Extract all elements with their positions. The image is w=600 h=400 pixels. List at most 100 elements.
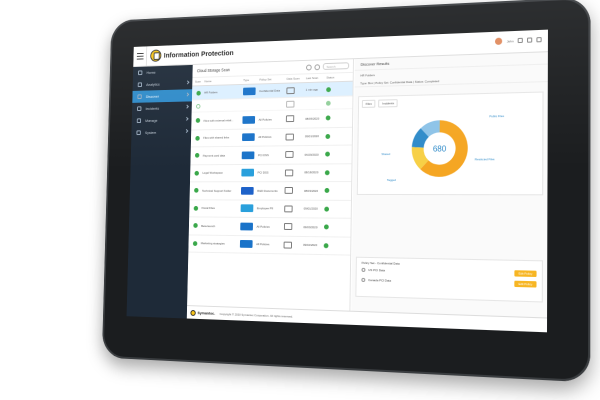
data-scan-icon[interactable] bbox=[285, 133, 294, 141]
status-check-icon bbox=[325, 151, 330, 157]
scan-status-icon[interactable] bbox=[195, 135, 200, 141]
sidebar-item-label: Home bbox=[146, 69, 156, 75]
column-header[interactable]: Scan bbox=[195, 79, 205, 84]
data-scan-icon[interactable] bbox=[284, 187, 293, 195]
chevron-right-icon bbox=[185, 80, 190, 85]
table-row[interactable]: Files with shared links All Policies 09/01… bbox=[190, 127, 353, 148]
box-icon bbox=[242, 87, 256, 96]
policy-set bbox=[259, 104, 286, 105]
notification-icon[interactable] bbox=[536, 37, 542, 43]
panel-tools: Search bbox=[306, 62, 350, 71]
data-scan-icon[interactable] bbox=[285, 151, 294, 159]
sidebar-item-icon bbox=[137, 94, 142, 100]
status-check-icon bbox=[324, 188, 330, 194]
last-scan: 08/05/2020 bbox=[305, 116, 320, 121]
data-scan-icon[interactable] bbox=[286, 100, 295, 108]
tab-files[interactable]: Files bbox=[361, 99, 376, 108]
files-donut-chart: 680 bbox=[404, 113, 475, 184]
add-scan-icon[interactable] bbox=[306, 64, 312, 71]
sidebar-item-label: Incidents bbox=[145, 105, 160, 111]
radio-icon[interactable] bbox=[361, 277, 366, 282]
brand: Symantec. bbox=[190, 309, 216, 317]
column-header[interactable]: Status bbox=[326, 75, 335, 79]
policy-option[interactable]: US PCI Data bbox=[361, 267, 386, 273]
box-icon bbox=[242, 133, 255, 142]
last-scan: 09/01/2020 bbox=[303, 206, 318, 211]
db-icon bbox=[240, 186, 254, 195]
data-scan-icon[interactable] bbox=[286, 86, 295, 94]
policy-set: All Policies bbox=[256, 224, 270, 229]
sidebar-item-manage[interactable]: Manage bbox=[132, 114, 192, 127]
policy-option-label: US PCI Data bbox=[368, 267, 386, 273]
scan-name: Files with external relati... bbox=[203, 118, 234, 123]
shield-logo-icon bbox=[150, 49, 162, 62]
scan-status-icon[interactable] bbox=[193, 205, 199, 211]
column-header[interactable]: Last Scan bbox=[306, 76, 327, 80]
tablet-screen: Information Protection John Home Analytic… bbox=[126, 29, 548, 333]
data-scan-icon[interactable] bbox=[283, 241, 293, 249]
help-icon[interactable] bbox=[517, 37, 523, 44]
data-scan-icon[interactable] bbox=[285, 115, 295, 123]
column-header[interactable]: Type bbox=[243, 78, 259, 82]
symantec-logo-icon bbox=[190, 309, 196, 316]
none-icon bbox=[242, 100, 256, 109]
table-row[interactable]: Legal Workspace PCI DSS 08/18/2020 bbox=[189, 163, 352, 183]
edit-policy-button[interactable]: Edit Policy bbox=[514, 280, 537, 288]
tab-incidents[interactable]: Incidents bbox=[378, 99, 398, 108]
scan-status-icon[interactable] bbox=[196, 90, 201, 96]
donut-total: 680 bbox=[433, 144, 446, 154]
last-scan: 09/03/2020 bbox=[303, 224, 318, 230]
donut-label: Public Files bbox=[489, 113, 505, 119]
scan-list-panel: Cloud Storage Scan Search Scan Name Type Po… bbox=[187, 59, 354, 311]
scan-status-icon[interactable] bbox=[192, 240, 198, 246]
table-row[interactable]: Payment card data PCI DSS 06/29/2020 bbox=[190, 145, 352, 165]
box-icon bbox=[242, 115, 256, 124]
settings-icon[interactable] bbox=[526, 37, 533, 43]
avatar[interactable] bbox=[495, 37, 503, 45]
scan-status-icon[interactable] bbox=[196, 103, 201, 109]
data-scan-icon[interactable] bbox=[284, 205, 293, 213]
scan-name: Fiscal Files bbox=[201, 206, 215, 211]
sidebar-item-system[interactable]: System bbox=[131, 126, 191, 139]
menu-icon[interactable] bbox=[133, 45, 148, 67]
scan-status-icon[interactable] bbox=[194, 170, 199, 176]
gear-icon[interactable] bbox=[314, 63, 321, 70]
policy-option[interactable]: Canada PCI Data bbox=[361, 277, 391, 283]
column-header[interactable]: Data Scan bbox=[287, 76, 306, 80]
policy-set: All Policies bbox=[258, 135, 272, 140]
edit-policy-button[interactable]: Edit Policy bbox=[514, 270, 537, 278]
box-icon bbox=[239, 240, 253, 249]
scan-status-icon[interactable] bbox=[193, 223, 198, 229]
status-check-icon bbox=[325, 133, 331, 139]
table-row[interactable]: Fiscal Files Employee PII 09/01/2020 bbox=[189, 199, 351, 219]
radio-icon[interactable] bbox=[361, 267, 366, 272]
sidebar-item-icon bbox=[136, 130, 141, 136]
column-header[interactable]: Policy Set bbox=[259, 77, 286, 81]
table-row[interactable]: Marketing strategies All Policies 09/02/20… bbox=[188, 234, 351, 256]
status-check-icon bbox=[326, 86, 331, 92]
last-scan: 09/02/2020 bbox=[303, 243, 318, 248]
data-scan-icon[interactable] bbox=[284, 169, 294, 177]
chevron-right-icon bbox=[184, 129, 189, 134]
scan-name: Marketing strategies bbox=[200, 241, 225, 246]
status-check-icon bbox=[325, 115, 331, 121]
policy-set: R&D Documents bbox=[257, 188, 278, 193]
scan-status-icon[interactable] bbox=[195, 118, 201, 124]
policy-set: PCI DSS bbox=[257, 152, 269, 157]
last-scan: 08/03/2020 bbox=[303, 188, 319, 193]
policy-set-card: Policy Set - Confidential Data US PCI Da… bbox=[355, 256, 543, 303]
scan-status-icon[interactable] bbox=[194, 188, 199, 193]
scan-name: Files with shared links bbox=[203, 135, 230, 140]
search-input[interactable]: Search bbox=[322, 62, 350, 70]
scan-name bbox=[204, 105, 243, 106]
scan-status-icon[interactable] bbox=[194, 153, 200, 158]
sidebar-item-label: Analytics bbox=[146, 81, 160, 87]
table-row[interactable]: Beta launch All Policies 09/03/2020 bbox=[188, 217, 351, 238]
chevron-right-icon bbox=[184, 116, 189, 121]
table-row[interactable]: Technical Support Folder R&D Documents 08/… bbox=[189, 182, 352, 201]
data-scan-icon[interactable] bbox=[283, 223, 293, 231]
brand-name: Symantec. bbox=[197, 310, 216, 316]
column-header[interactable]: Name bbox=[204, 78, 243, 83]
status-check-icon bbox=[323, 242, 329, 248]
policy-set: All Policies bbox=[256, 242, 270, 247]
